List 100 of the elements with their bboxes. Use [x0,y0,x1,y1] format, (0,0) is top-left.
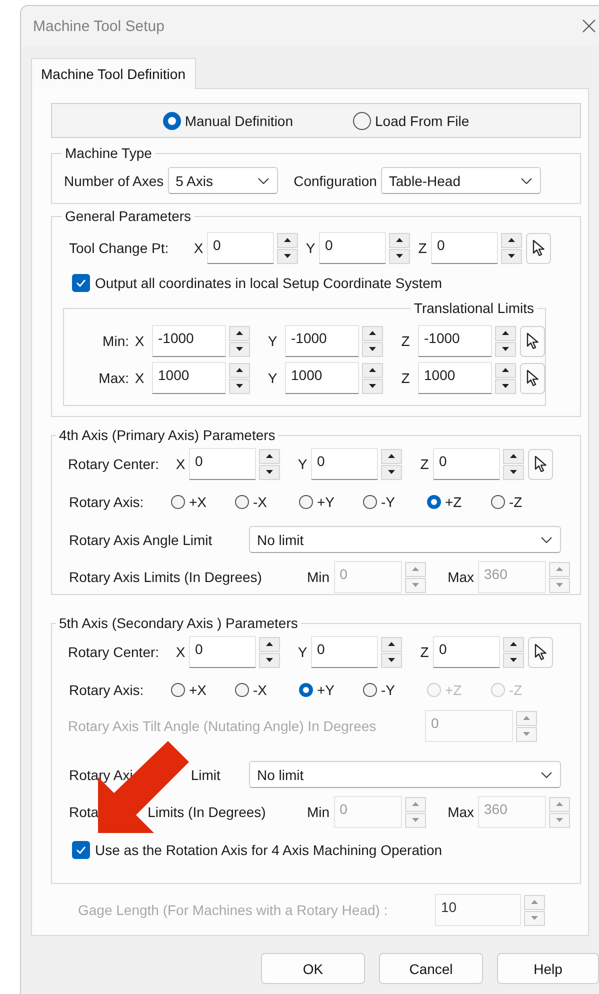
spin-down-button[interactable] [259,464,280,480]
axis-label: Z [419,644,430,660]
radio-button[interactable] [491,495,505,509]
number-field[interactable]: -1000 [418,325,492,357]
radio-button[interactable] [235,495,249,509]
number-field[interactable]: 1000 [152,362,226,394]
number-field[interactable]: 0 [311,448,378,480]
spin-down-button[interactable] [229,342,250,356]
radio-button[interactable] [363,495,377,509]
number-field[interactable]: 1000 [418,362,492,394]
down-triangle-icon [531,916,538,920]
dialog-button[interactable]: OK [261,953,365,984]
spin-up-button[interactable] [259,636,280,652]
radio-button[interactable] [427,495,441,509]
dropdown[interactable]: 5 Axis [168,167,278,194]
group-title: 4th Axis (Primary Axis) Parameters [58,427,276,443]
number-field[interactable]: -1000 [152,325,226,357]
pick-point-button[interactable] [528,636,553,668]
number-field[interactable]: 0 [433,636,500,668]
radio-label: Manual Definition [184,112,293,128]
radio-button[interactable] [171,683,185,697]
close-button[interactable] [582,19,596,33]
spin-up-button[interactable] [503,636,524,652]
spin-up-button[interactable] [362,326,383,340]
spin-down-button[interactable] [495,342,516,356]
number-field[interactable]: 0 [431,232,498,264]
spin-up-button[interactable] [495,326,516,340]
pick-point-button[interactable] [520,362,545,394]
dialog-button[interactable]: Cancel [379,953,483,984]
radio-button[interactable] [299,495,313,509]
spin-down-button[interactable] [389,248,410,264]
spin-down-button[interactable] [229,378,250,394]
spin-up-button[interactable] [501,232,522,248]
radio-button[interactable] [162,112,181,130]
dropdown[interactable]: No limit [249,526,561,553]
pick-point-button[interactable] [528,448,553,480]
field-label: Tool Change Pt: [68,240,170,256]
dropdown-value: Table-Head [388,172,460,188]
spin-up-button[interactable] [381,636,402,652]
number-field[interactable]: -1000 [285,325,359,357]
spin-up-button[interactable] [495,362,516,378]
chevron-down-icon [541,536,552,542]
up-triangle-icon [510,454,517,458]
number-field[interactable]: 0 [207,232,274,264]
checkbox-label: Output all coordinates in local Setup Coordinate System [95,275,442,291]
spin-down-button[interactable] [381,652,402,668]
spin-down-button[interactable] [362,378,383,394]
pick-point-button[interactable] [520,326,545,356]
dropdown[interactable]: Table-Head [380,167,541,194]
spin-down-button[interactable] [503,652,524,668]
cursor-icon [534,455,548,473]
checkbox[interactable] [72,841,90,859]
spin-up-button[interactable] [229,362,250,378]
up-triangle-icon [556,802,564,806]
spin-up-button[interactable] [362,362,383,378]
radio-button[interactable] [363,683,377,697]
spin-up-button[interactable] [381,448,402,464]
number-field[interactable]: 0 [189,448,256,480]
number-field[interactable]: 0 [433,448,500,480]
spin-up-button[interactable] [229,326,250,340]
spin-down-button[interactable] [381,464,402,480]
radio-label: +X [189,682,207,698]
radio-button[interactable] [235,683,249,697]
number-field[interactable]: 0 [319,232,386,264]
number-field[interactable]: 1000 [285,362,359,394]
spin-down-button[interactable] [277,248,298,264]
spin-down-button[interactable] [362,342,383,356]
pick-point-button[interactable] [526,232,551,264]
up-triangle-icon [510,642,517,646]
spin-down-button[interactable] [501,248,522,264]
spin-down-button[interactable] [503,464,524,480]
down-triangle-icon [266,470,273,474]
down-triangle-icon [284,254,291,258]
number-field[interactable]: 0 [189,636,256,668]
dropdown-value: 5 Axis [176,172,213,188]
number-field[interactable]: 0 [311,636,378,668]
down-triangle-icon [556,818,564,822]
axis-label: Y [296,456,308,472]
spin-up-button[interactable] [503,448,524,464]
up-triangle-icon [266,642,273,646]
dialog-button[interactable]: Help [497,953,599,984]
up-triangle-icon [236,331,243,335]
radio-label: +Y [317,682,335,698]
radio-button[interactable] [171,495,185,509]
dropdown[interactable]: No limit [249,761,561,788]
spin-down-button[interactable] [495,378,516,394]
spin-up-button[interactable] [277,232,298,248]
radio-label: -Z [509,494,522,510]
tab[interactable]: Machine Tool Definition [31,58,196,89]
radio-button[interactable] [299,683,313,697]
spin-up-button[interactable] [389,232,410,248]
radio-button[interactable] [353,112,371,130]
chevron-down-icon [258,178,269,184]
radio-label: +X [189,494,207,510]
radio-label: +Y [317,494,335,510]
down-triangle-icon [412,818,419,822]
checkbox[interactable] [72,274,90,292]
spin-down-button[interactable] [259,652,280,668]
radio-label: -Y [381,682,395,698]
spin-up-button[interactable] [259,448,280,464]
